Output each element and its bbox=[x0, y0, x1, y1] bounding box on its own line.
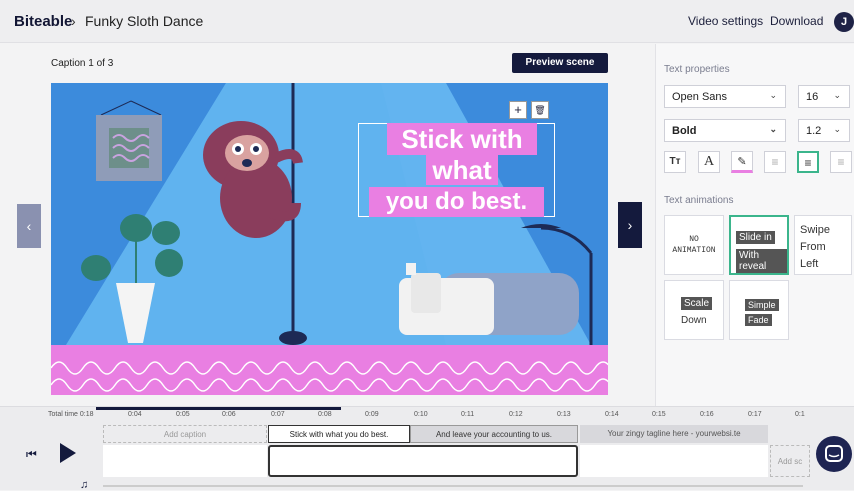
scene-text-line-1[interactable]: Stick with bbox=[387, 123, 537, 155]
chevron-down-icon: ⌄ bbox=[833, 124, 841, 134]
skip-back-icon[interactable]: ⏮ bbox=[26, 447, 37, 462]
timeline[interactable]: Total time 0:18 0:04 0:05 0:06 0:07 0:08… bbox=[0, 406, 854, 491]
font-size-select[interactable]: 16 ⌄ bbox=[798, 85, 850, 108]
tick-label: 0:15 bbox=[652, 411, 666, 418]
font-weight-value: Bold bbox=[672, 125, 697, 137]
preview-scene-button[interactable]: Preview scene bbox=[512, 53, 608, 73]
highlight-color-icon[interactable]: ✎ bbox=[731, 151, 753, 173]
tick-label: 0:13 bbox=[557, 411, 571, 418]
play-icon[interactable] bbox=[60, 443, 76, 463]
animation-option-scale-down[interactable]: Scale Down bbox=[664, 280, 724, 340]
tick-label: 0:16 bbox=[700, 411, 714, 418]
text-animations-heading: Text animations bbox=[664, 195, 734, 206]
animation-label-bottom: Down bbox=[681, 315, 707, 326]
project-title[interactable]: Funky Sloth Dance bbox=[85, 13, 203, 29]
caption-clip-3[interactable]: Your zingy tagline here - yourwebsi.te bbox=[580, 425, 768, 443]
music-note-icon[interactable]: ♫ bbox=[80, 479, 88, 491]
chevron-down-icon: ⌄ bbox=[769, 124, 777, 134]
previous-scene-button[interactable]: ‹ bbox=[17, 204, 41, 248]
tick-label: 0:05 bbox=[176, 411, 190, 418]
chat-support-button[interactable] bbox=[816, 436, 852, 472]
animation-label-top: Scale bbox=[681, 297, 713, 310]
tick-label: 0:06 bbox=[222, 411, 236, 418]
add-scene-slot[interactable]: Add sc bbox=[770, 445, 810, 477]
breadcrumb-separator-icon: › bbox=[71, 13, 76, 29]
time-ruler: Total time 0:18 0:04 0:05 0:06 0:07 0:08… bbox=[0, 407, 854, 423]
audio-track[interactable] bbox=[103, 485, 803, 487]
scene-clip[interactable] bbox=[103, 445, 267, 477]
tick-label: 0:04 bbox=[128, 411, 142, 418]
chevron-down-icon: ⌄ bbox=[769, 90, 777, 100]
text-case-icon[interactable]: Tт bbox=[664, 151, 686, 173]
add-element-icon[interactable]: + bbox=[509, 101, 527, 119]
text-properties-heading: Text properties bbox=[664, 64, 730, 75]
scene-clip[interactable] bbox=[580, 445, 768, 477]
animation-option-simple-fade[interactable]: Simple Fade bbox=[729, 280, 789, 340]
chat-bubble-icon bbox=[825, 445, 843, 462]
tick-label: 0:17 bbox=[748, 411, 762, 418]
avatar[interactable]: J bbox=[834, 12, 854, 32]
tick-label: 0:14 bbox=[605, 411, 619, 418]
animation-label-bottom: Fade bbox=[745, 314, 772, 326]
delete-icon[interactable]: 🗑 bbox=[531, 101, 549, 119]
tick-label: 0:07 bbox=[271, 411, 285, 418]
animation-label: NO ANIMATION bbox=[672, 235, 716, 255]
caption-clip-2[interactable]: And leave your accounting to us. bbox=[410, 425, 578, 443]
add-caption-slot[interactable]: Add caption bbox=[103, 425, 267, 443]
font-family-select[interactable]: Open Sans ⌄ bbox=[664, 85, 786, 108]
line-height-select[interactable]: 1.2 ⌄ bbox=[798, 119, 850, 142]
tick-label: 0:10 bbox=[414, 411, 428, 418]
animation-option-slide-in[interactable]: Slide in With reveal bbox=[729, 215, 789, 275]
tick-label: 0:11 bbox=[461, 411, 475, 418]
video-settings-link[interactable]: Video settings bbox=[688, 14, 763, 28]
chevron-down-icon: ⌄ bbox=[833, 90, 841, 100]
scene-canvas[interactable]: Stick with what you do best. + 🗑 bbox=[51, 83, 608, 395]
font-size-value: 16 bbox=[806, 91, 819, 103]
align-left-icon[interactable]: ≡ bbox=[764, 151, 786, 173]
scene-text-line-3[interactable]: you do best. bbox=[369, 187, 544, 217]
total-time: Total time 0:18 bbox=[48, 411, 94, 418]
line-height-value: 1.2 bbox=[806, 125, 822, 137]
brand-logo[interactable]: Biteable bbox=[14, 13, 72, 30]
font-family-value: Open Sans bbox=[672, 91, 728, 103]
tick-label: 0:09 bbox=[365, 411, 379, 418]
next-scene-button[interactable]: › bbox=[618, 202, 642, 248]
properties-panel: Text properties Open Sans ⌄ 16 ⌄ Bold ⌄ 1.2… bbox=[655, 44, 854, 406]
animation-label-top: Slide in bbox=[736, 231, 775, 244]
playhead-progress bbox=[96, 407, 341, 410]
tick-label: 0:12 bbox=[509, 411, 523, 418]
caption-counter: Caption 1 of 3 bbox=[51, 58, 114, 69]
animation-option-none[interactable]: NO ANIMATION bbox=[664, 215, 724, 275]
tick-label: 0:1 bbox=[795, 411, 805, 418]
top-bar: Biteable › Funky Sloth Dance Video setti… bbox=[0, 0, 854, 43]
animation-option-swipe[interactable]: Swipe From Left bbox=[794, 215, 852, 275]
scene-text-line-2[interactable]: what bbox=[426, 155, 498, 185]
text-color-icon[interactable]: A bbox=[698, 151, 720, 173]
font-weight-select[interactable]: Bold ⌄ bbox=[664, 119, 786, 142]
caption-clip-1[interactable]: Stick with what you do best. bbox=[268, 425, 410, 443]
scene-clip-selected[interactable] bbox=[268, 445, 578, 477]
animation-label-bottom: With reveal bbox=[736, 249, 787, 273]
animation-label-top: Simple bbox=[745, 299, 779, 311]
tick-label: 0:08 bbox=[318, 411, 332, 418]
align-right-icon[interactable]: ≡ bbox=[830, 151, 852, 173]
animation-label: Swipe From Left bbox=[800, 224, 830, 270]
align-center-icon[interactable]: ≡ bbox=[797, 151, 819, 173]
download-link[interactable]: Download bbox=[770, 14, 823, 28]
